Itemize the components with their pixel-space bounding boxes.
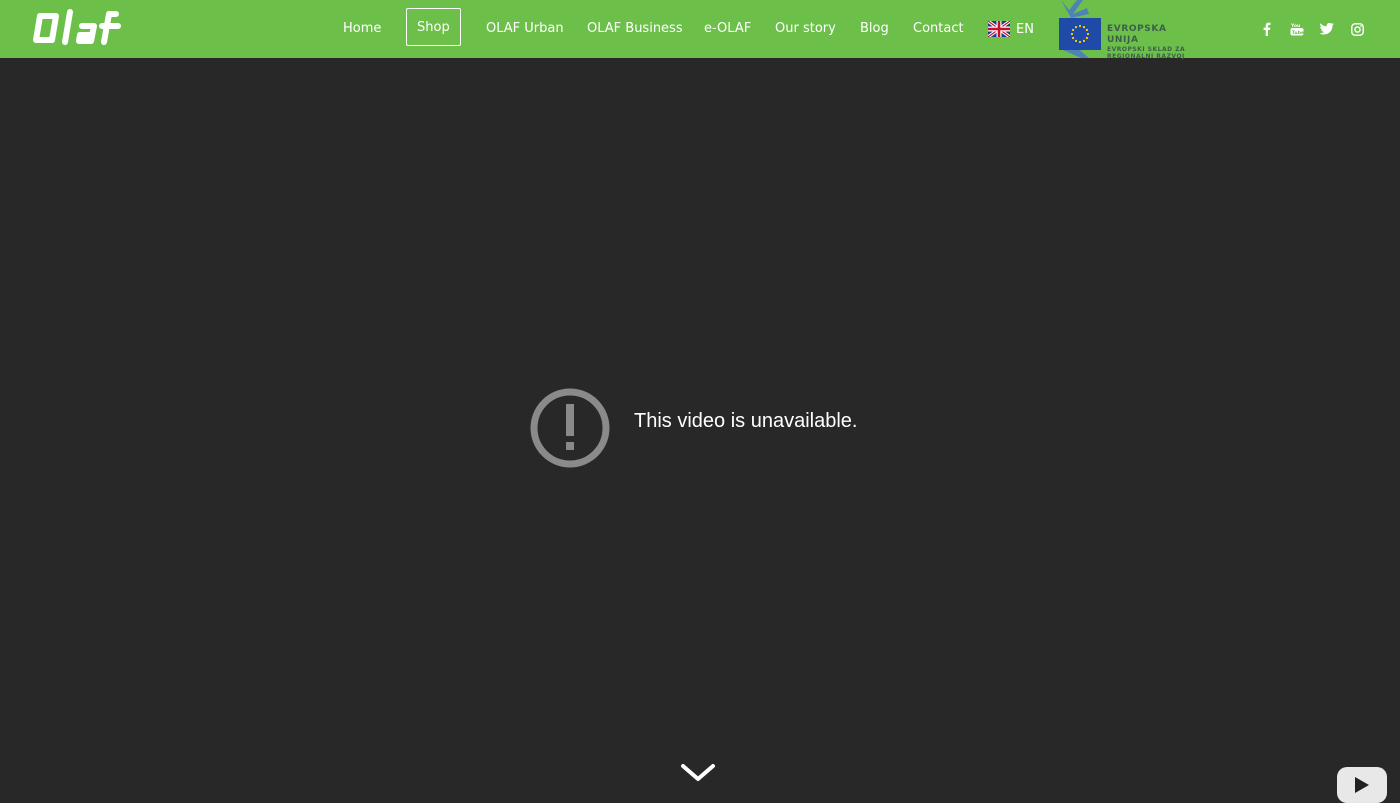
youtube-play-button[interactable] — [1337, 767, 1387, 803]
facebook-icon[interactable] — [1257, 19, 1277, 39]
instagram-icon[interactable] — [1347, 19, 1367, 39]
nav-our-story[interactable]: Our story — [775, 19, 836, 39]
video-unavailable-message: This video is unavailable. — [530, 388, 890, 468]
nav-shop[interactable]: Shop — [406, 8, 461, 46]
chevron-down-icon — [681, 764, 715, 781]
language-code: EN — [1016, 21, 1034, 37]
uk-flag-icon — [988, 21, 1010, 37]
logo[interactable] — [30, 8, 134, 48]
scroll-down-button[interactable] — [680, 762, 716, 784]
nav-olaf-urban[interactable]: OLAF Urban — [486, 19, 564, 39]
youtube-icon[interactable]: You Tube — [1287, 19, 1307, 39]
nav-e-olaf[interactable]: e-OLAF — [704, 19, 751, 39]
nav-blog[interactable]: Blog — [860, 19, 889, 39]
nav-olaf-business[interactable]: OLAF Business — [587, 19, 683, 39]
eu-fund-text: EVROPSKA UNIJA EVROPSKI SKLAD ZA REGIONA… — [1107, 24, 1199, 60]
alert-icon — [530, 388, 610, 468]
site-header: Home Shop OLAF Urban OLAF Business e-OLA… — [0, 0, 1400, 60]
svg-text:Tube: Tube — [1292, 30, 1304, 36]
video-unavailable-text: This video is unavailable. — [634, 410, 858, 432]
youtube-play-icon — [1355, 777, 1369, 793]
eu-subtitle-line1: EVROPSKI SKLAD ZA — [1107, 46, 1186, 53]
nav-contact[interactable]: Contact — [913, 19, 964, 39]
twitter-icon[interactable] — [1317, 19, 1337, 39]
eu-fund-badge: EVROPSKA UNIJA EVROPSKI SKLAD ZA REGIONA… — [1059, 0, 1199, 60]
language-switcher[interactable]: EN — [988, 18, 1034, 40]
eu-subtitle-line2: REGIONALNI RAZVOJ — [1107, 53, 1185, 60]
eu-flag-icon — [1059, 18, 1101, 50]
eu-title: EVROPSKA UNIJA — [1107, 24, 1167, 45]
logo-wordmark — [33, 9, 121, 45]
nav-home[interactable]: Home — [343, 19, 381, 39]
